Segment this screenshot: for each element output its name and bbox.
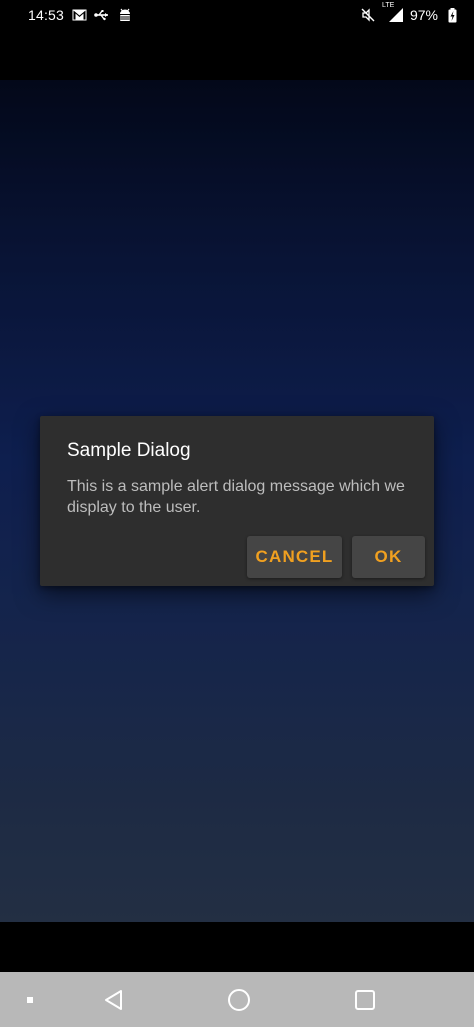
signal-icon: LTE	[382, 2, 404, 23]
alert-dialog: Sample Dialog This is a sample alert dia…	[40, 416, 434, 586]
network-label: LTE	[381, 2, 395, 9]
gmail-icon	[71, 7, 87, 23]
status-right-group: LTE 97%	[360, 2, 460, 23]
status-time: 14:53	[28, 7, 65, 23]
ok-button[interactable]: OK	[352, 536, 425, 578]
status-left-group: 14:53	[28, 7, 133, 23]
dialog-message: This is a sample alert dialog message wh…	[67, 478, 405, 516]
battery-percent: 97%	[409, 7, 438, 23]
dot-icon[interactable]	[14, 972, 46, 1027]
home-icon[interactable]	[217, 972, 261, 1027]
android-debug-icon	[117, 7, 133, 23]
status-bar: 14:53 LTE 97%	[0, 0, 474, 32]
recents-icon[interactable]	[343, 972, 387, 1027]
mute-icon	[360, 7, 376, 23]
battery-charging-icon	[444, 7, 460, 23]
back-icon[interactable]	[92, 972, 136, 1027]
dialog-title: Sample Dialog	[67, 440, 191, 461]
usb-icon	[94, 7, 110, 23]
phone-screen: 14:53 LTE 97% Sample Dialog This is a sa…	[0, 0, 474, 1027]
cancel-button[interactable]: CANCEL	[247, 536, 342, 578]
navigation-bar	[0, 972, 474, 1027]
app-background: Sample Dialog This is a sample alert dia…	[0, 80, 474, 922]
